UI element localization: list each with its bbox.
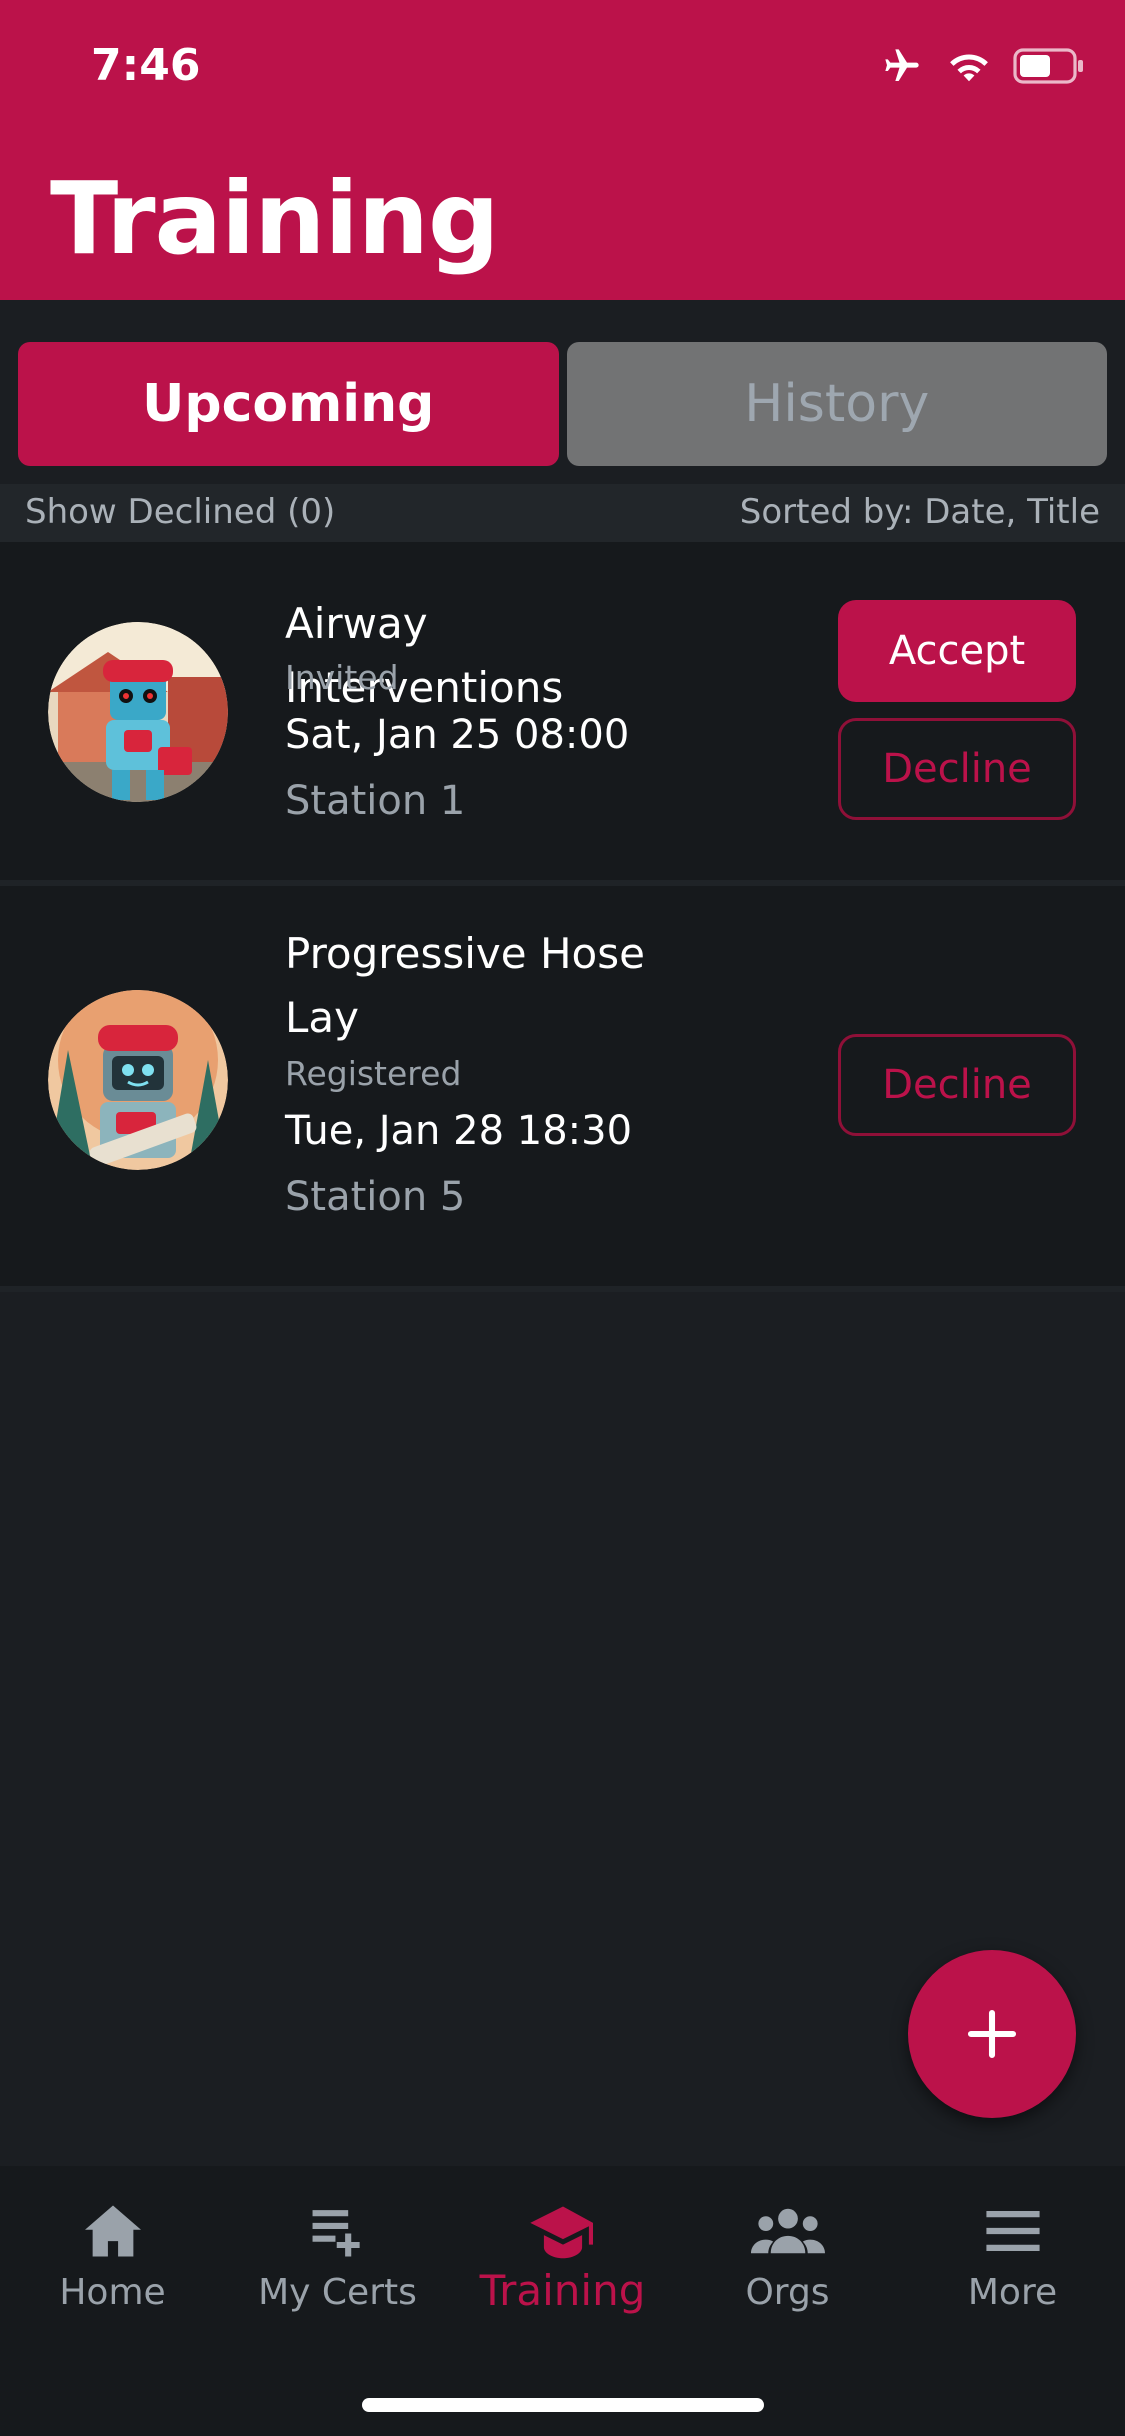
status-time: 7:46 bbox=[91, 40, 201, 91]
tab-upcoming[interactable]: Upcoming bbox=[18, 342, 559, 466]
training-title: Airway Interventions bbox=[285, 599, 564, 712]
tab-training[interactable]: Training bbox=[450, 2196, 675, 2315]
avatar bbox=[48, 622, 228, 802]
segmented-control: Upcoming History bbox=[18, 342, 1107, 466]
home-indicator[interactable] bbox=[362, 2398, 764, 2412]
training-list: Airway Interventions Invited Sat, Jan 25… bbox=[0, 542, 1125, 1292]
tab-history[interactable]: History bbox=[566, 342, 1107, 466]
robot-firefighter-avatar-icon bbox=[48, 990, 228, 1170]
show-declined-toggle[interactable]: Show Declined (0) bbox=[25, 492, 335, 532]
plus-icon bbox=[967, 2009, 1017, 2059]
training-datetime: Tue, Jan 28 18:30 bbox=[285, 1108, 633, 1154]
list-item[interactable]: Progressive Hose Lay Registered Tue, Jan… bbox=[0, 886, 1125, 1292]
add-training-button[interactable] bbox=[908, 1950, 1076, 2118]
home-icon bbox=[84, 2205, 141, 2257]
training-status: Registered bbox=[285, 1054, 462, 1093]
tab-label: Orgs bbox=[745, 2272, 830, 2313]
graduation-cap-icon bbox=[529, 2206, 593, 2259]
status-icons bbox=[879, 46, 1085, 86]
training-title: Progressive Hose Lay bbox=[285, 929, 645, 1042]
robot-medic-avatar-icon bbox=[48, 622, 228, 802]
tab-label: More bbox=[967, 2272, 1058, 2313]
tab-more[interactable]: More bbox=[900, 2196, 1125, 2313]
tab-label: Training bbox=[479, 2266, 646, 2315]
bottom-tab-bar: Home My Certs Training Orgs More bbox=[0, 2166, 1125, 2436]
group-icon bbox=[750, 2208, 825, 2254]
wifi-icon bbox=[950, 54, 988, 82]
accept-button[interactable]: Accept bbox=[838, 600, 1076, 702]
training-location: Station 1 bbox=[285, 778, 466, 824]
avatar bbox=[48, 990, 228, 1170]
list-add-icon bbox=[312, 2210, 360, 2257]
app-header: 7:46 Training bbox=[0, 0, 1125, 300]
decline-button[interactable]: Decline bbox=[838, 1034, 1076, 1136]
sort-selector[interactable]: Sorted by: Date, Title bbox=[740, 492, 1100, 532]
airplane-icon bbox=[885, 49, 919, 81]
tab-my-certs[interactable]: My Certs bbox=[225, 2196, 450, 2313]
decline-button[interactable]: Decline bbox=[838, 718, 1076, 820]
list-item[interactable]: Airway Interventions Invited Sat, Jan 25… bbox=[0, 542, 1125, 886]
tab-home[interactable]: Home bbox=[0, 2196, 225, 2313]
battery-icon bbox=[1013, 48, 1083, 84]
tab-orgs[interactable]: Orgs bbox=[675, 2196, 900, 2313]
page-title: Training bbox=[50, 160, 500, 277]
tab-label: Home bbox=[59, 2272, 166, 2313]
tab-label: My Certs bbox=[258, 2272, 417, 2313]
training-datetime: Sat, Jan 25 08:00 bbox=[285, 712, 630, 758]
training-location: Station 5 bbox=[285, 1174, 466, 1220]
training-status: Invited bbox=[285, 658, 399, 697]
menu-icon bbox=[985, 2210, 1040, 2252]
filter-bar: Show Declined (0) Sorted by: Date, Title bbox=[0, 484, 1125, 542]
